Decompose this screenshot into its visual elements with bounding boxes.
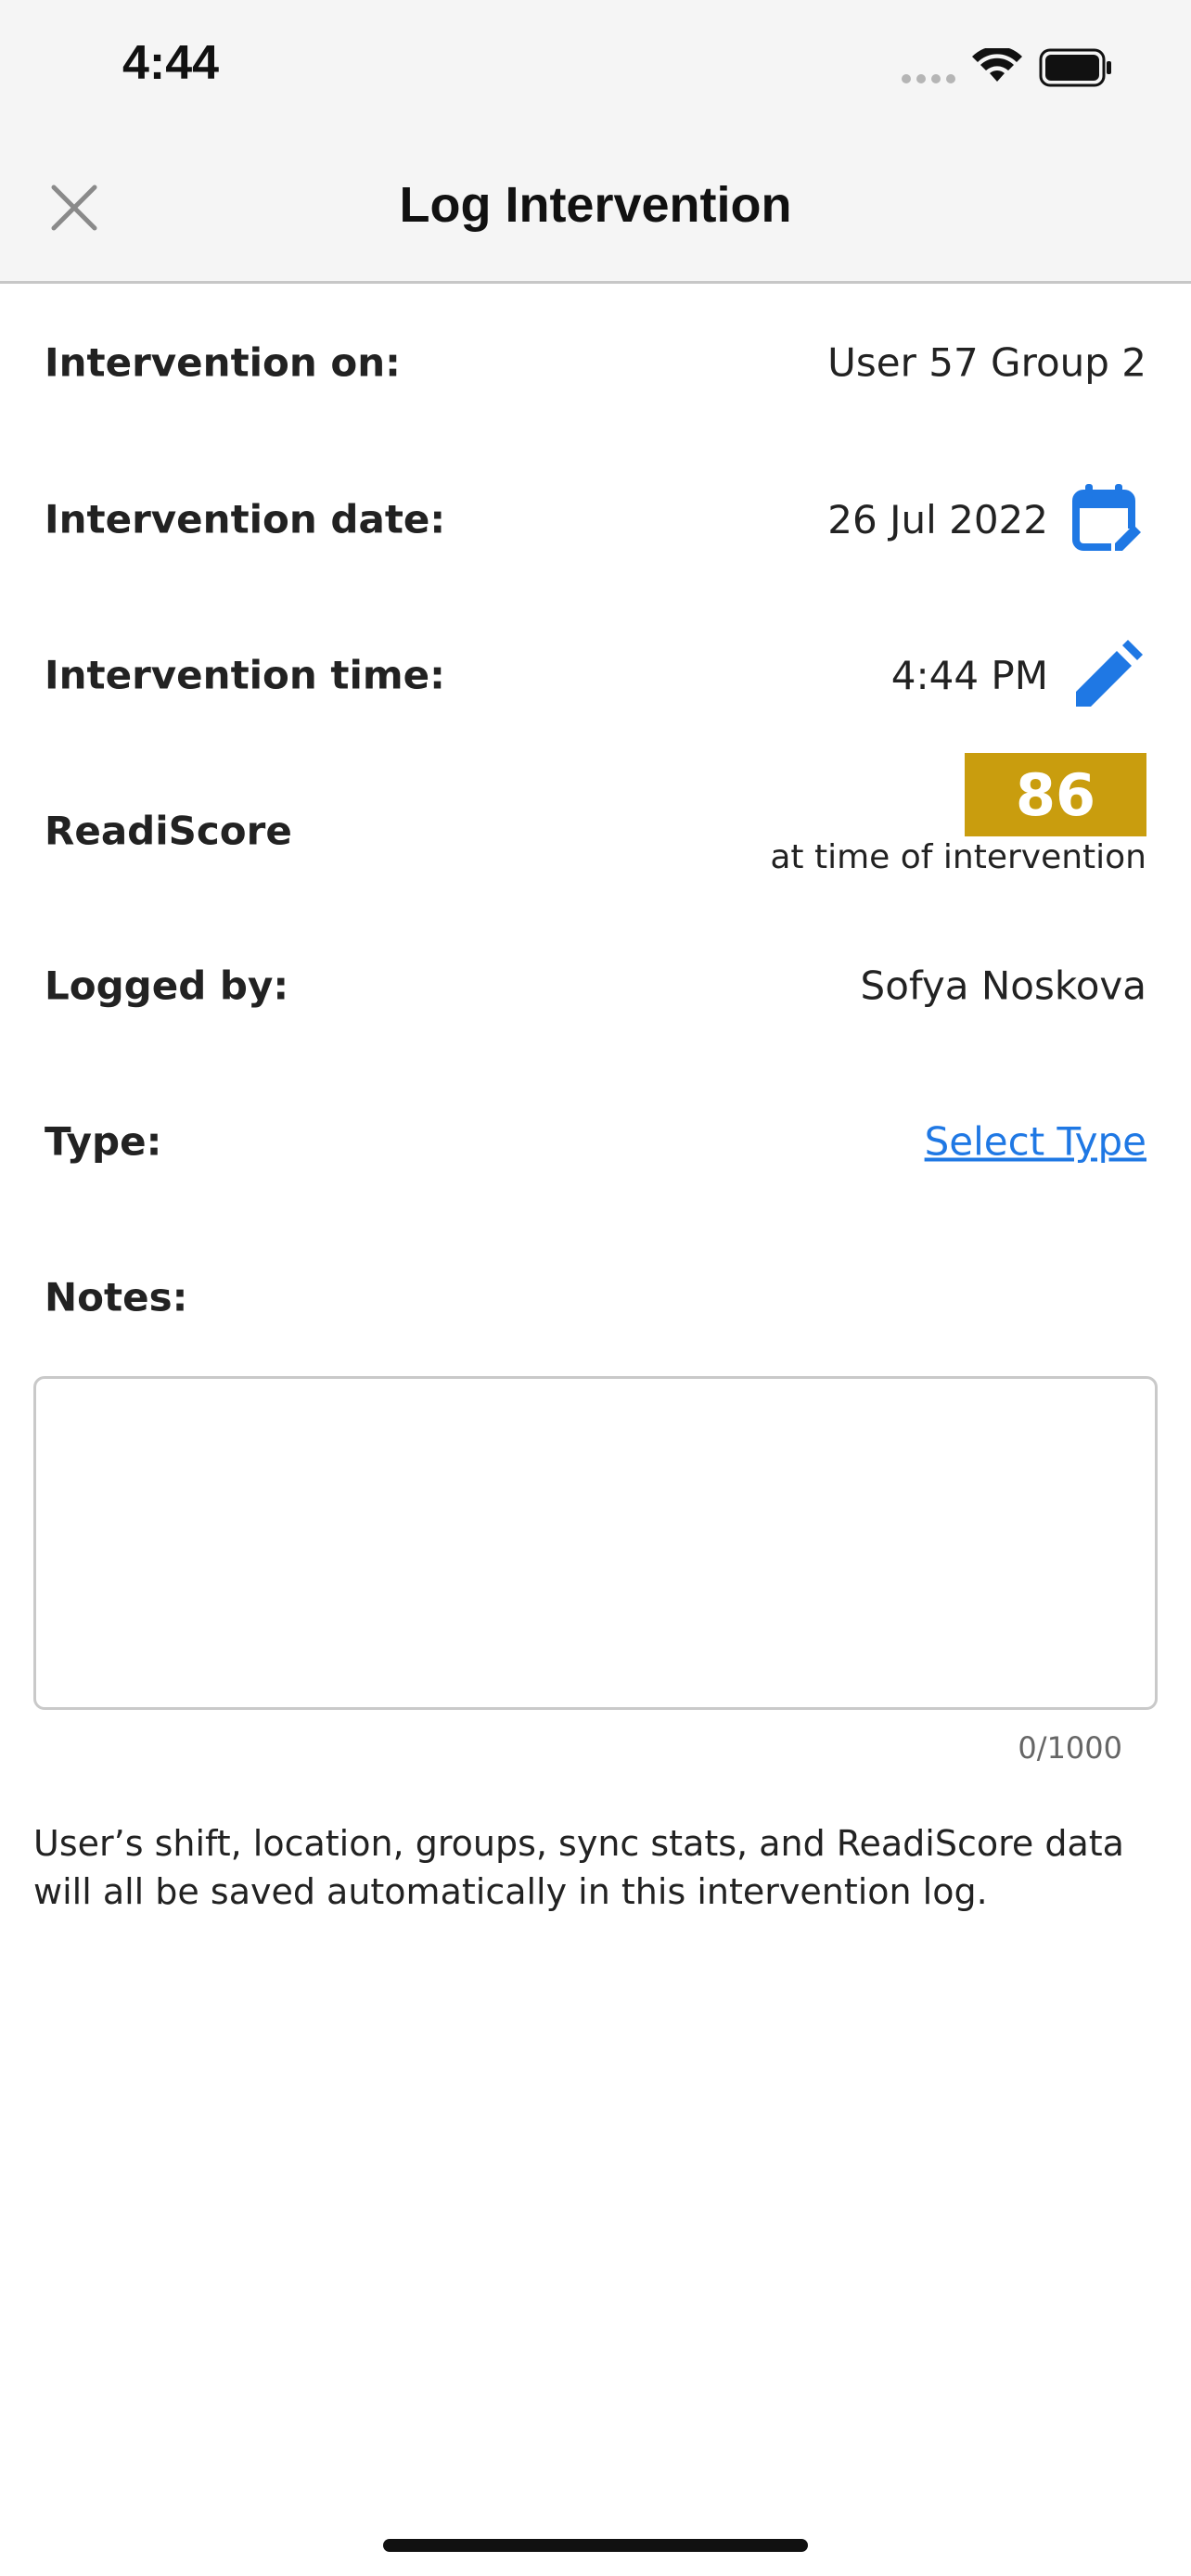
pencil-icon[interactable] xyxy=(1069,636,1146,714)
intervention-time-label: Intervention time: xyxy=(45,652,445,698)
intervention-on-value: User 57 Group 2 xyxy=(827,339,1146,386)
intervention-date-label: Intervention date: xyxy=(45,496,446,542)
header-bar: 4:44 Log Intervention xyxy=(0,0,1191,284)
notes-row: Notes: xyxy=(45,1256,1146,1339)
page-title: Log Intervention xyxy=(399,177,792,233)
readiscore-row: ReadiScore 86 at time of intervention xyxy=(45,753,1146,883)
logged-by-label: Logged by: xyxy=(45,963,289,1009)
readiscore-label: ReadiScore xyxy=(45,808,292,854)
notes-input[interactable] xyxy=(33,1376,1158,1710)
intervention-time-row: Intervention time: 4:44 PM xyxy=(45,633,1146,717)
status-time: 4:44 xyxy=(122,36,220,90)
intervention-on-label: Intervention on: xyxy=(45,339,401,386)
wifi-icon xyxy=(972,48,1022,82)
readiscore-badge: 86 xyxy=(965,753,1146,836)
home-indicator xyxy=(383,2539,808,2552)
logged-by-row: Logged by: Sofya Noskova xyxy=(45,944,1146,1027)
intervention-date-control: 26 Jul 2022 xyxy=(827,480,1146,558)
cellular-signal-icon xyxy=(902,74,957,83)
notes-label: Notes: xyxy=(45,1274,188,1320)
intervention-date-row: Intervention date: 26 Jul 2022 xyxy=(45,478,1146,561)
select-type-link[interactable]: Select Type xyxy=(925,1119,1146,1165)
type-label: Type: xyxy=(45,1118,162,1165)
calendar-edit-icon[interactable] xyxy=(1069,480,1146,558)
logged-by-value: Sofya Noskova xyxy=(860,963,1146,1009)
notes-char-counter: 0/1000 xyxy=(1018,1730,1122,1766)
intervention-on-row: Intervention on: User 57 Group 2 xyxy=(45,321,1146,404)
auto-save-note: User’s shift, location, groups, sync sta… xyxy=(33,1823,1124,1912)
readiscore-caption: at time of intervention xyxy=(770,838,1146,876)
intervention-time-control: 4:44 PM xyxy=(891,636,1146,714)
battery-icon xyxy=(1039,48,1111,87)
intervention-time-value: 4:44 PM xyxy=(890,652,1048,698)
type-row: Type: Select Type xyxy=(45,1100,1146,1183)
intervention-date-value: 26 Jul 2022 xyxy=(827,496,1048,542)
